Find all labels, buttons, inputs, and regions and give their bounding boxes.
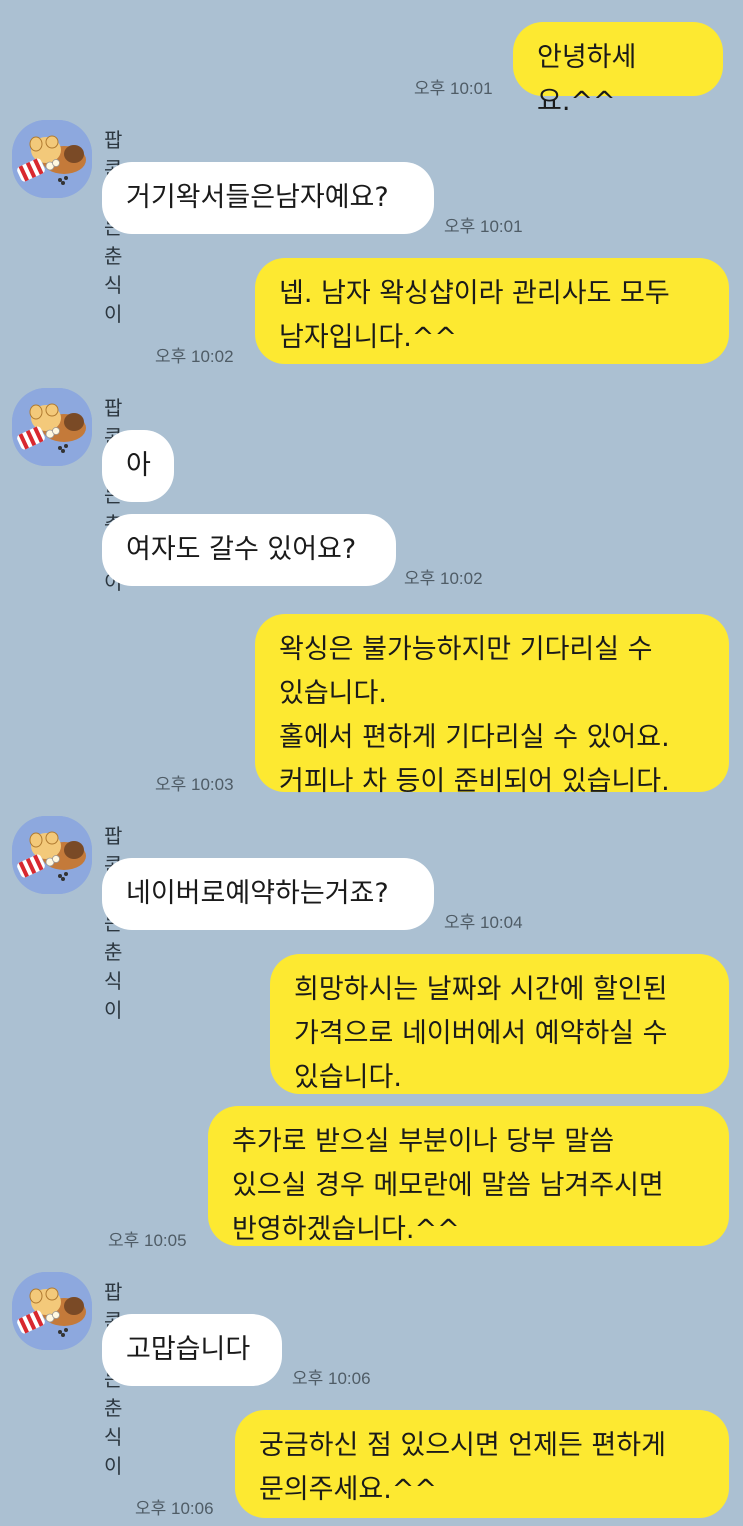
message-time: 오후 10:01: [414, 79, 493, 98]
message-time: 오후 10:06: [135, 1499, 214, 1518]
popcorn-choonsik-avatar-icon: [12, 816, 92, 894]
avatar[interactable]: [12, 1272, 92, 1350]
message-bubble[interactable]: 왁싱은 불가능하지만 기다리실 수 있습니다. 홀에서 편하게 기다리실 수 있…: [255, 614, 729, 797]
message-time: 오후 10:06: [292, 1369, 371, 1388]
message-bubble[interactable]: 고맙습니다: [102, 1314, 282, 1386]
message-bubble[interactable]: 여자도 갈수 있어요?: [102, 514, 396, 586]
popcorn-choonsik-avatar-icon: [12, 388, 92, 466]
message-time: 오후 10:03: [155, 775, 234, 794]
message-bubble[interactable]: 궁금하신 점 있으시면 언제든 편하게 문의주세요.^^: [235, 1410, 729, 1518]
popcorn-choonsik-avatar-icon: [12, 1272, 92, 1350]
message-bubble[interactable]: 넵. 남자 왁싱샵이라 관리사도 모두 남자입니다.^^: [255, 258, 729, 364]
avatar[interactable]: [12, 816, 92, 894]
message-time: 오후 10:02: [155, 347, 234, 366]
message-bubble[interactable]: 네이버로예약하는거죠?: [102, 858, 434, 930]
message-bubble[interactable]: 희망하시는 날짜와 시간에 할인된 가격으로 네이버에서 예약하실 수 있습니다…: [270, 954, 729, 1094]
message-bubble[interactable]: 거기왁서들은남자예요?: [102, 162, 434, 234]
message-time: 오후 10:05: [108, 1231, 187, 1250]
message-time: 오후 10:01: [444, 217, 523, 236]
avatar[interactable]: [12, 388, 92, 466]
message-bubble[interactable]: 추가로 받으실 부분이나 당부 말씀 있으실 경우 메모란에 말씀 남겨주시면 …: [208, 1106, 729, 1246]
message-time: 오후 10:02: [404, 569, 483, 588]
popcorn-choonsik-avatar-icon: [12, 120, 92, 198]
message-time: 오후 10:04: [444, 913, 523, 932]
message-bubble[interactable]: 아: [102, 430, 174, 502]
message-bubble[interactable]: 안녕하세요.^^: [513, 22, 723, 117]
avatar[interactable]: [12, 120, 92, 198]
